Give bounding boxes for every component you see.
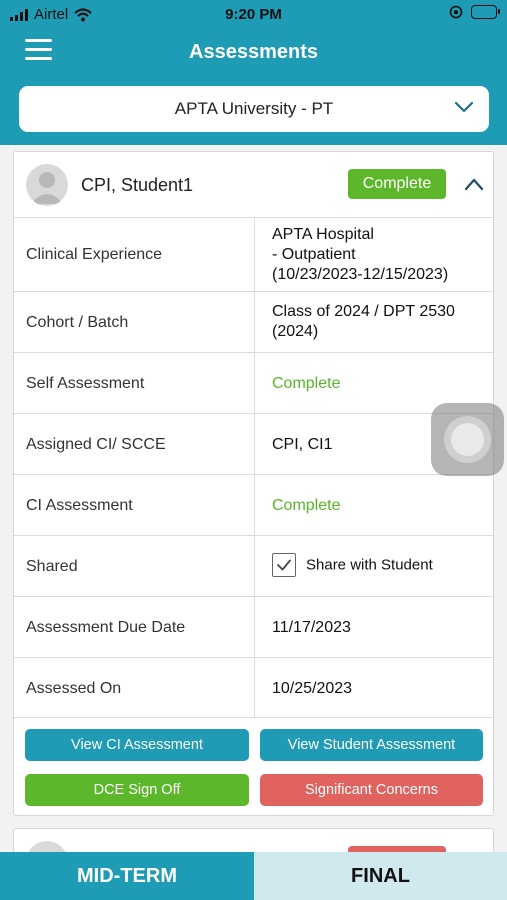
program-select[interactable]: APTA University - PT bbox=[19, 86, 489, 132]
row-label: Cohort / Batch bbox=[26, 314, 129, 331]
checkmark-icon bbox=[277, 559, 291, 571]
nav-bar: Assessments bbox=[0, 30, 507, 78]
row-assessed-on: Assessed On 10/25/2023 bbox=[14, 658, 493, 718]
status-badge: Complete bbox=[348, 169, 446, 199]
view-student-assessment-button[interactable]: View Student Assessment bbox=[260, 729, 483, 761]
row-assigned-ci: Assigned CI/ SCCE CPI, CI1 bbox=[14, 414, 493, 475]
orientation-lock-icon bbox=[449, 5, 463, 19]
tab-final[interactable]: FINAL bbox=[254, 852, 507, 900]
row-clinical-experience: Clinical Experience APTA Hospital - Outp… bbox=[14, 218, 493, 292]
row-due-date: Assessment Due Date 11/17/2023 bbox=[14, 597, 493, 658]
row-ci-assessment: CI Assessment Complete bbox=[14, 475, 493, 536]
row-label: Assigned CI/ SCCE bbox=[26, 436, 166, 453]
row-value: Class of 2024 / DPT 2530 (2024) bbox=[272, 302, 487, 342]
row-label: Assessed On bbox=[26, 680, 122, 697]
value-line: (2024) bbox=[272, 323, 319, 340]
status-right bbox=[449, 5, 500, 19]
row-label: Self Assessment bbox=[26, 375, 145, 392]
card-header[interactable]: CPI, Student1 Complete bbox=[14, 152, 493, 218]
battery-icon bbox=[471, 5, 500, 19]
row-value: 11/17/2023 bbox=[272, 619, 351, 636]
row-value: APTA Hospital - Outpatient (10/23/2023-1… bbox=[272, 225, 487, 285]
value-line: APTA Hospital bbox=[272, 226, 374, 243]
row-label: Assessment Due Date bbox=[26, 619, 186, 636]
dce-sign-off-button[interactable]: DCE Sign Off bbox=[25, 774, 249, 806]
share-checkbox-label: Share with Student bbox=[306, 556, 433, 574]
share-with-student-toggle[interactable]: Share with Student bbox=[272, 553, 487, 577]
row-label: Clinical Experience bbox=[26, 246, 163, 263]
page-title: Assessments bbox=[189, 41, 318, 63]
row-value: 10/25/2023 bbox=[272, 680, 353, 697]
value-line: (10/23/2023-12/15/2023) bbox=[272, 266, 449, 283]
assistive-touch-button[interactable] bbox=[431, 403, 504, 476]
avatar bbox=[26, 164, 68, 206]
row-label: CI Assessment bbox=[26, 497, 133, 514]
tab-mid-term[interactable]: MID-TERM bbox=[0, 852, 254, 900]
row-cohort-batch: Cohort / Batch Class of 2024 / DPT 2530 … bbox=[14, 292, 493, 353]
row-value: Complete bbox=[272, 375, 341, 392]
share-checkbox[interactable] bbox=[272, 553, 296, 577]
row-self-assessment: Self Assessment Complete bbox=[14, 353, 493, 414]
chevron-down-icon bbox=[454, 101, 474, 113]
status-bar: Airtel 9:20 PM bbox=[0, 0, 507, 30]
row-shared: Shared Share with Student bbox=[14, 536, 493, 597]
significant-concerns-button[interactable]: Significant Concerns bbox=[260, 774, 483, 806]
program-select-value: APTA University - PT bbox=[174, 99, 334, 118]
value-line: - Outpatient bbox=[272, 246, 356, 263]
status-time: 9:20 PM bbox=[225, 6, 282, 23]
assistive-touch-core bbox=[451, 423, 484, 456]
chevron-up-icon[interactable] bbox=[463, 175, 485, 193]
user-icon bbox=[31, 172, 63, 204]
bottom-tab-bar: MID-TERM FINAL bbox=[0, 852, 507, 900]
assessment-card: CPI, Student1 Complete Clinical Experien… bbox=[13, 151, 494, 816]
row-label: Shared bbox=[26, 558, 78, 575]
row-value: Complete bbox=[272, 497, 341, 514]
view-ci-assessment-button[interactable]: View CI Assessment bbox=[25, 729, 249, 761]
student-name: CPI, Student1 bbox=[81, 175, 194, 195]
value-line: Class of 2024 / DPT 2530 bbox=[272, 303, 455, 320]
